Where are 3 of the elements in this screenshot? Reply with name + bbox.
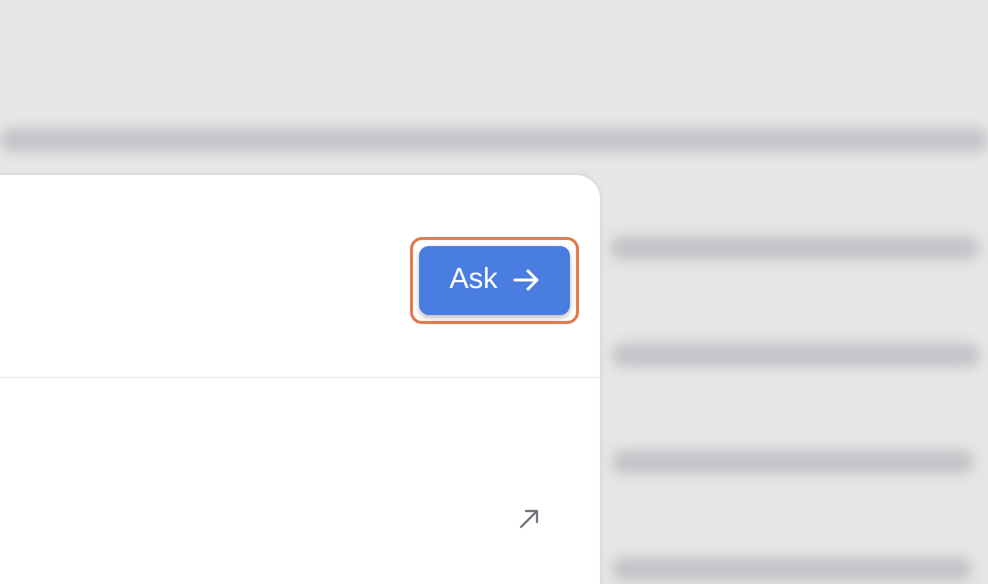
external-link-icon[interactable] bbox=[518, 508, 540, 530]
ask-button[interactable]: Ask bbox=[419, 246, 570, 314]
arrow-right-icon bbox=[512, 268, 540, 292]
